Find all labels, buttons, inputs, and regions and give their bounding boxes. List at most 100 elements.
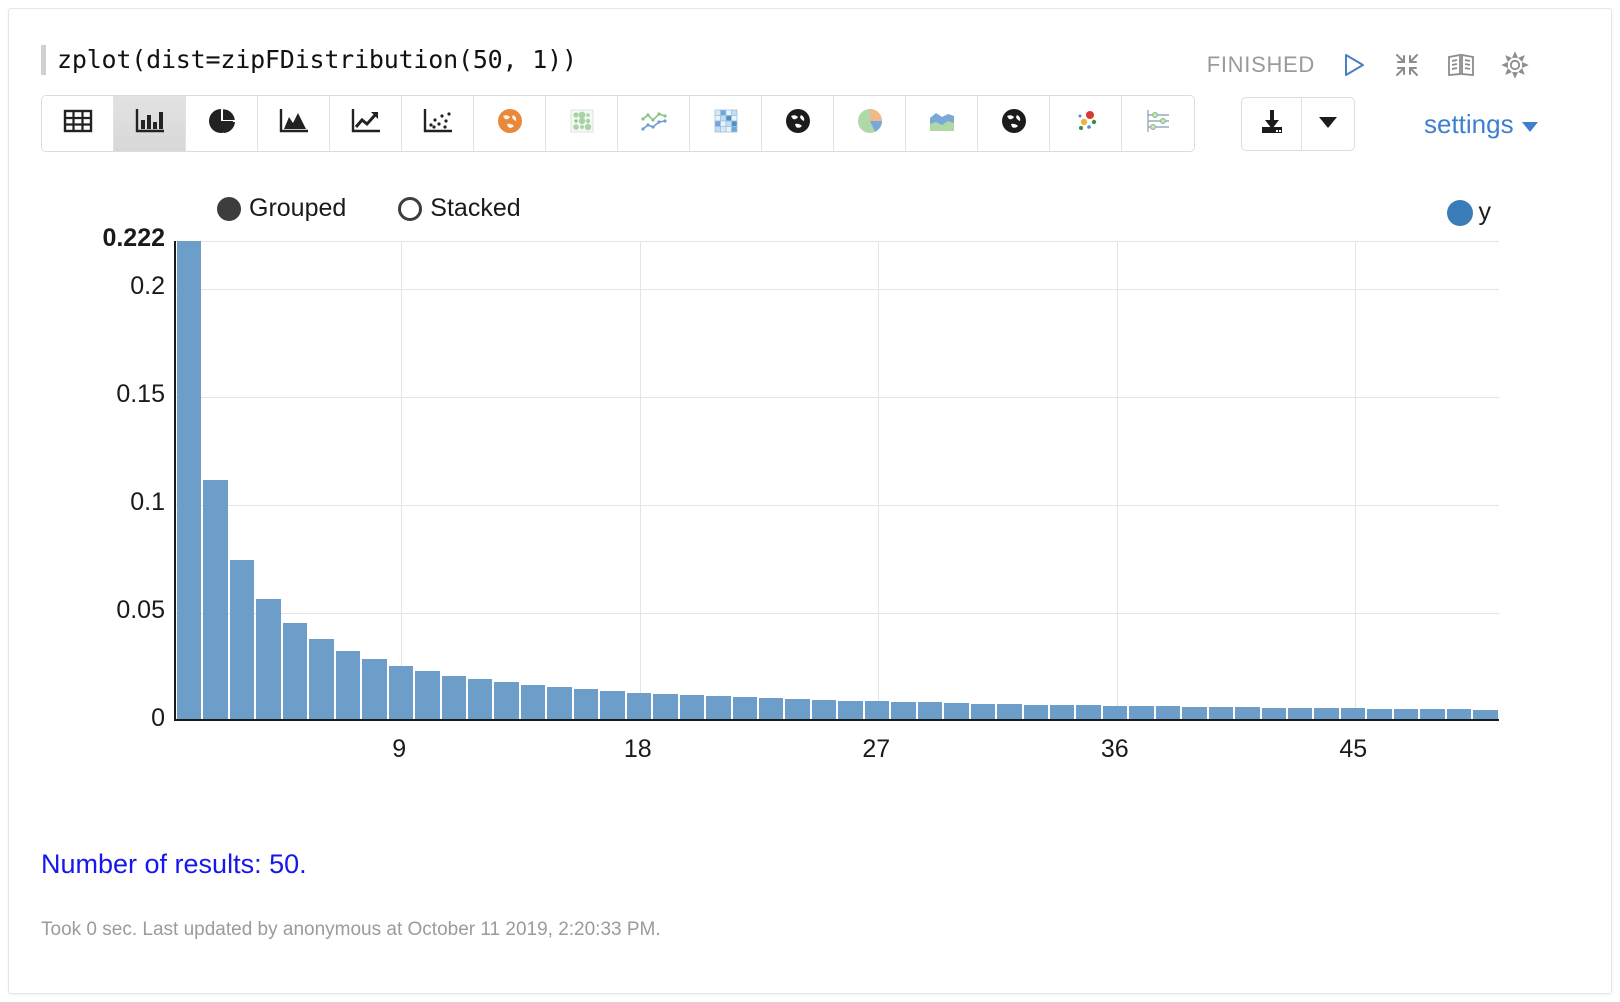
download-dropdown-button[interactable] [1302, 98, 1354, 150]
bar[interactable] [865, 701, 889, 719]
bar[interactable] [1447, 709, 1471, 719]
pie-chart-icon [207, 106, 237, 141]
play-triangle-icon[interactable] [1337, 49, 1369, 81]
bar[interactable] [1341, 708, 1365, 719]
bar[interactable] [1394, 709, 1418, 719]
bar[interactable] [230, 560, 254, 719]
radio-stacked[interactable]: Stacked [398, 194, 520, 223]
bar[interactable] [442, 676, 466, 719]
download-button[interactable] [1242, 98, 1302, 150]
viz-tab-parallel-coords[interactable] [1122, 96, 1194, 151]
bar[interactable] [362, 659, 386, 719]
chart-legend[interactable]: y [1447, 198, 1492, 227]
bar[interactable] [415, 671, 439, 719]
bar[interactable] [1076, 705, 1100, 719]
radio-grouped-dot [217, 197, 241, 221]
bar[interactable] [521, 685, 545, 719]
heatmap-grid-blue-icon [711, 107, 741, 140]
bar[interactable] [733, 697, 757, 719]
page-title: zplot(dist=zipFDistribution(50, 1)) [57, 45, 577, 74]
viz-tab-bar-chart[interactable] [114, 96, 186, 151]
x-axis-tick-label: 27 [862, 735, 890, 764]
bubble-matrix-green-icon [567, 107, 597, 140]
bar[interactable] [838, 701, 862, 719]
bar[interactable] [309, 639, 333, 719]
viz-tab-stacked-area[interactable] [906, 96, 978, 151]
globe-dark-icon [999, 106, 1029, 141]
bar[interactable] [918, 702, 942, 719]
bar[interactable] [1050, 705, 1074, 719]
x-axis-tick-label: 45 [1339, 735, 1367, 764]
y-axis-tick-label: 0.1 [0, 488, 165, 517]
notebook-paragraph: zplot(dist=zipFDistribution(50, 1)) FINI… [8, 8, 1612, 994]
bar[interactable] [1024, 705, 1048, 719]
x-axis-tick-label: 9 [392, 735, 406, 764]
bar[interactable] [627, 693, 651, 719]
viz-tab-pie-colored[interactable] [834, 96, 906, 151]
bar[interactable] [1235, 707, 1259, 719]
bar[interactable] [600, 691, 624, 719]
bar[interactable] [547, 687, 571, 719]
viz-tab-area-chart[interactable] [258, 96, 330, 151]
viz-tab-globe-dark[interactable] [762, 96, 834, 151]
bar[interactable] [256, 599, 280, 719]
radio-grouped[interactable]: Grouped [217, 194, 346, 223]
book-icon[interactable] [1445, 49, 1477, 81]
header-controls: FINISHED [1207, 49, 1531, 81]
x-axis-tick-label: 18 [624, 735, 652, 764]
bar[interactable] [997, 704, 1021, 719]
bar[interactable] [944, 703, 968, 719]
bar[interactable] [653, 694, 677, 719]
bar[interactable] [468, 679, 492, 719]
bar[interactable] [1367, 709, 1391, 719]
bar[interactable] [574, 689, 598, 719]
bar[interactable] [680, 695, 704, 719]
viz-tab-line-chart[interactable] [330, 96, 402, 151]
bar[interactable] [1209, 707, 1233, 719]
paragraph-header: zplot(dist=zipFDistribution(50, 1)) FINI… [9, 9, 1611, 83]
bar[interactable] [891, 702, 915, 719]
viz-tab-scatter-chart[interactable] [402, 96, 474, 151]
bar[interactable] [177, 241, 201, 719]
gear-icon[interactable] [1499, 49, 1531, 81]
viz-tab-multiline[interactable] [618, 96, 690, 151]
chart-options-row: Grouped Stacked y [9, 194, 1611, 240]
bar[interactable] [785, 699, 809, 719]
bar[interactable] [494, 682, 518, 719]
settings-dropdown[interactable]: settings [1424, 109, 1538, 140]
y-axis-tick-label: 0 [0, 704, 165, 733]
bar[interactable] [1262, 708, 1286, 719]
bar[interactable] [1288, 708, 1312, 719]
bar[interactable] [389, 666, 413, 719]
bar[interactable] [1314, 708, 1338, 719]
viz-tab-pie-chart[interactable] [186, 96, 258, 151]
bar[interactable] [1103, 706, 1127, 719]
y-axis-tick-label: 0.2 [0, 272, 165, 301]
visualization-toolbar [41, 95, 1195, 152]
bar[interactable] [812, 700, 836, 719]
globe-orange-icon [495, 106, 525, 141]
bar[interactable] [1420, 709, 1444, 719]
bar[interactable] [283, 623, 307, 719]
viz-tab-bubble-matrix[interactable] [546, 96, 618, 151]
bar[interactable] [336, 651, 360, 719]
radio-grouped-label: Grouped [249, 194, 346, 223]
bar[interactable] [1473, 710, 1497, 719]
bar[interactable] [1182, 707, 1206, 719]
bar[interactable] [971, 704, 995, 719]
collapse-arrows-icon[interactable] [1391, 49, 1423, 81]
viz-tab-globe-dark-2[interactable] [978, 96, 1050, 151]
bar[interactable] [706, 696, 730, 719]
plot-area [174, 241, 1499, 721]
viz-tab-bubble-scatter[interactable] [1050, 96, 1122, 151]
bar-mode-radio-group: Grouped Stacked [217, 194, 521, 223]
pie-chart-colored-icon [855, 106, 885, 141]
bar[interactable] [759, 698, 783, 719]
bar[interactable] [1129, 706, 1153, 719]
y-axis-tick-label: 0.15 [0, 380, 165, 409]
bar[interactable] [1156, 706, 1180, 719]
viz-tab-table[interactable] [42, 96, 114, 151]
viz-tab-globe-orange[interactable] [474, 96, 546, 151]
bar[interactable] [203, 480, 227, 719]
viz-tab-heatmap[interactable] [690, 96, 762, 151]
